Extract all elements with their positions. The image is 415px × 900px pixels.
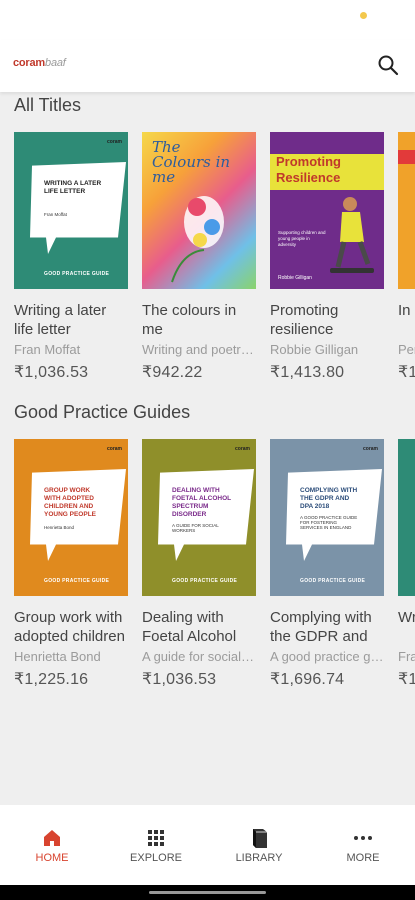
cover-subtitle: A GOOD PRACTICE GUIDE FOR FOSTERING SERV… — [300, 515, 358, 530]
book-row-all-titles[interactable]: coram WRITING A LATER LIFE LETTER Fran M… — [14, 132, 415, 392]
book-title[interactable]: Writing a later life letter — [14, 301, 128, 339]
publisher-logo: coram — [234, 446, 250, 452]
book-icon — [253, 829, 267, 848]
book-card[interactable]: Promoting Resilience Supporting children… — [270, 132, 384, 382]
nav-label: MORE — [346, 852, 380, 864]
book-card[interactable]: coram WRITING A LATER LIFE LETTER Fran M… — [14, 132, 128, 382]
book-author: Per — [398, 342, 415, 357]
book-cover[interactable]: Promoting Resilience Supporting children… — [270, 132, 384, 289]
book-price: ₹1 — [398, 364, 415, 381]
book-cover[interactable]: coram WRITING A LATER LIFE LETTER Fran M… — [14, 132, 128, 289]
book-title[interactable]: Promoting resilience — [270, 301, 384, 339]
app-bar: corambaaf — [0, 40, 415, 92]
book-price: ₹1,225.16 — [14, 671, 89, 688]
book-price: ₹1,413.80 — [270, 364, 345, 381]
book-cover[interactable]: The Colours in me — [142, 132, 256, 289]
nav-label: LIBRARY — [235, 852, 283, 864]
book-author: A good practice guide — [270, 649, 384, 664]
cover-title: The Colours in me — [152, 138, 231, 186]
book-cover[interactable] — [398, 132, 415, 289]
book-author: Writing and poetry by adopted children a… — [142, 342, 256, 357]
cover-bubble — [30, 162, 126, 254]
cover-blurb: Supporting children and young people in … — [278, 230, 326, 247]
publisher-logo: coram — [106, 139, 122, 145]
book-title[interactable]: The colours in me — [142, 301, 256, 339]
nav-home[interactable]: HOME — [12, 805, 92, 885]
home-icon — [44, 830, 60, 846]
notification-dot — [360, 12, 367, 19]
section-title-good-practice-guides[interactable]: Good Practice Guides — [14, 402, 190, 423]
book-price: ₹1,036.53 — [142, 671, 217, 688]
nav-more[interactable]: MORE — [323, 805, 403, 885]
book-card[interactable]: The Colours in me The colours in me Writ… — [142, 132, 256, 382]
cover-title: COMPLYING WITH THE GDPR AND DPA 2018 — [300, 487, 358, 510]
book-author: Fran Moffat — [14, 342, 81, 357]
section-title-all-titles[interactable]: All Titles — [14, 95, 81, 116]
cover-stripe — [398, 150, 415, 164]
publisher-logo: coram — [362, 446, 378, 452]
book-cover[interactable]: coram COMPLYING WITH THE GDPR AND DPA 20… — [270, 439, 384, 596]
book-author: Fra — [398, 649, 415, 664]
status-bar — [0, 0, 415, 40]
book-author: Robbie Gilligan — [270, 342, 359, 357]
cover-author: Fran Moffat — [44, 212, 67, 217]
book-row-good-practice-guides[interactable]: coram GROUP WORK WITH ADOPTED CHILDREN A… — [14, 439, 415, 699]
publisher-logo: coram — [106, 446, 122, 452]
book-author: Henrietta Bond — [14, 649, 101, 664]
nav-explore[interactable]: EXPLORE — [116, 805, 196, 885]
logo[interactable]: corambaaf — [13, 57, 66, 69]
bottom-navigation: HOME EXPLORE LIBRARY MORE — [0, 805, 415, 885]
book-card[interactable]: coram GROUP WORK WITH ADOPTED CHILDREN A… — [14, 439, 128, 689]
book-title[interactable]: Group work with adopted children — [14, 608, 128, 646]
book-price: ₹1,036.53 — [14, 364, 89, 381]
book-title[interactable]: Dealing with Foetal Alcohol Spectrum Dis… — [142, 608, 256, 646]
nav-label: EXPLORE — [130, 852, 182, 864]
book-price: ₹942.22 — [142, 364, 203, 381]
cover-series: GOOD PRACTICE GUIDE — [300, 578, 366, 584]
cover-title: DEALING WITH FOETAL ALCOHOL SPECTRUM DIS… — [172, 487, 231, 518]
cover-subtitle: A GUIDE FOR SOCIAL WORKERS — [172, 523, 219, 533]
book-price: ₹1 — [398, 671, 415, 688]
system-navigation-bar — [0, 885, 415, 900]
home-gesture-pill[interactable] — [149, 891, 266, 894]
book-cover[interactable]: coram DEALING WITH FOETAL ALCOHOL SPECTR… — [142, 439, 256, 596]
cover-series: GOOD PRACTICE GUIDE — [44, 578, 110, 584]
cover-photo — [330, 197, 374, 273]
grid-icon — [148, 830, 164, 846]
cover-series: GOOD PRACTICE GUIDE — [44, 271, 110, 277]
book-card[interactable]: coram COMPLYING WITH THE GDPR AND DPA 20… — [270, 439, 384, 689]
nav-library[interactable]: LIBRARY — [219, 805, 299, 885]
book-card[interactable]: In s be Per ₹1 — [398, 132, 415, 382]
search-icon[interactable] — [375, 52, 401, 78]
book-author: A guide for social workers — [142, 649, 256, 664]
book-cover[interactable] — [398, 439, 415, 596]
cover-author: Henrietta Bond — [44, 525, 75, 530]
book-title[interactable]: Wr life — [398, 608, 415, 646]
cover-author: Robbie Gilligan — [278, 275, 312, 281]
book-title[interactable]: In s be — [398, 301, 415, 339]
book-card[interactable]: Wr life Fra ₹1 — [398, 439, 415, 689]
cover-title: GROUP WORK WITH ADOPTED CHILDREN AND YOU… — [44, 487, 97, 518]
cover-series: GOOD PRACTICE GUIDE — [172, 578, 238, 584]
book-cover[interactable]: coram GROUP WORK WITH ADOPTED CHILDREN A… — [14, 439, 128, 596]
cover-title: WRITING A LATER LIFE LETTER — [44, 180, 102, 195]
book-price: ₹1,696.74 — [270, 671, 345, 688]
more-icon — [354, 836, 372, 840]
book-card[interactable]: coram DEALING WITH FOETAL ALCOHOL SPECTR… — [142, 439, 256, 689]
book-title[interactable]: Complying with the GDPR and DPA 2018 — [270, 608, 384, 646]
nav-label: HOME — [35, 852, 69, 864]
